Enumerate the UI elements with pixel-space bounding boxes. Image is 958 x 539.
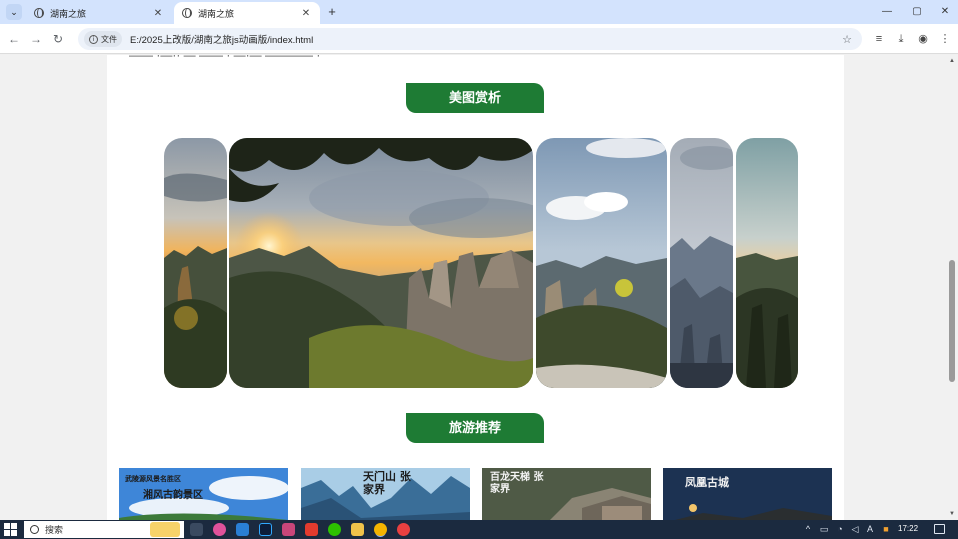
- minimize-button[interactable]: —: [872, 3, 902, 21]
- windows-start-icon[interactable]: [4, 523, 17, 536]
- app-icon-2[interactable]: [282, 523, 295, 536]
- recommend-card-2[interactable]: 天门山 张家界: [301, 468, 470, 520]
- scroll-down-arrow-icon[interactable]: ▼: [948, 510, 956, 518]
- recommend-card-1-title: 湘风古韵景区: [143, 490, 203, 501]
- url-text[interactable]: E:/2025上改版/湖南之旅js动画版/index.html: [130, 32, 840, 46]
- profile-icon[interactable]: ◉: [916, 32, 930, 46]
- recommend-card-4-title: 凤凰古城: [685, 476, 729, 489]
- gallery-image-1[interactable]: [164, 138, 227, 388]
- section-title-gallery: 美图赏析: [406, 83, 544, 113]
- site-info-chip[interactable]: i 文件: [84, 31, 122, 47]
- back-arrow-icon[interactable]: ←: [6, 31, 22, 47]
- browser-tab-2[interactable]: 湖南之旅 ✕: [174, 2, 320, 24]
- maximize-button[interactable]: ▢: [902, 3, 932, 21]
- scroll-up-arrow-icon[interactable]: ▲: [948, 57, 956, 65]
- page-viewport: —— ·—·· — —— · —·— ———— · 美图赏析 旅游推荐 武陵源风…: [0, 55, 958, 520]
- address-bar[interactable]: i 文件 E:/2025上改版/湖南之旅js动画版/index.html ☆: [78, 28, 862, 50]
- task-view-icon[interactable]: [190, 523, 203, 536]
- section-title-recommend: 旅游推荐: [406, 413, 544, 443]
- close-window-button[interactable]: ✕: [930, 3, 958, 21]
- file-explorer-icon[interactable]: [351, 523, 364, 536]
- screen-recorder-icon[interactable]: [397, 523, 410, 536]
- recommend-card-3-title: 百龙天梯 张家界: [490, 472, 544, 495]
- taskbar-search-placeholder: 搜索: [45, 525, 64, 535]
- wps-icon[interactable]: [305, 523, 318, 536]
- gallery-image-2-featured[interactable]: [229, 138, 533, 388]
- search-highlight-image: [150, 522, 180, 537]
- tray-wifi-icon[interactable]: ◔: [834, 523, 846, 535]
- scroll-thumb[interactable]: [949, 260, 955, 382]
- recommend-card-3[interactable]: 百龙天梯 张家界: [482, 468, 651, 520]
- cut-off-paragraph: —— ·—·· — —— · —·— ———— ·: [129, 55, 321, 62]
- tray-ime-indicator[interactable]: A: [864, 523, 876, 535]
- gallery-image-5[interactable]: [736, 138, 798, 388]
- page-scrollbar[interactable]: ▲ ▼: [946, 55, 958, 520]
- new-tab-button[interactable]: +: [324, 4, 340, 20]
- info-icon: i: [89, 34, 98, 44]
- tray-chevron-icon[interactable]: ^: [802, 523, 814, 535]
- tab-title: 湖南之旅: [50, 8, 87, 19]
- search-icon: [30, 525, 39, 534]
- media-controls-icon[interactable]: ≡: [872, 32, 886, 46]
- file-label: 文件: [101, 34, 117, 44]
- browser-tab-1[interactable]: 湖南之旅 ✕: [26, 2, 172, 24]
- tray-network-icon[interactable]: ▭: [818, 523, 830, 535]
- recommend-card-2-title: 天门山 张家界: [363, 470, 411, 496]
- globe-icon: [34, 8, 44, 18]
- recommend-card-1[interactable]: 武陵源风景名胜区 湘风古韵景区: [119, 468, 288, 520]
- wechat-icon[interactable]: [328, 523, 341, 536]
- reload-icon[interactable]: ↻: [50, 31, 66, 47]
- photoshop-icon[interactable]: [259, 523, 272, 536]
- recommend-card-4[interactable]: 凤凰古城: [663, 468, 832, 520]
- browser-tab-strip: ⌄ 湖南之旅 ✕ 湖南之旅 ✕ + — ▢ ✕: [0, 0, 958, 24]
- vscode-icon[interactable]: [236, 523, 249, 536]
- gallery-image-3[interactable]: [536, 138, 667, 388]
- app-icon-1[interactable]: [213, 523, 226, 536]
- gallery-image-4[interactable]: [670, 138, 733, 388]
- browser-toolbar: ← → ↻ i 文件 E:/2025上改版/湖南之旅js动画版/index.ht…: [0, 24, 958, 54]
- notification-center-icon[interactable]: [934, 524, 945, 534]
- image-gallery: [164, 138, 798, 388]
- tab-title: 湖南之旅: [198, 8, 235, 19]
- tab-search-icon[interactable]: ⌄: [6, 4, 22, 20]
- recommend-card-1-caption: 武陵源风景名胜区: [125, 474, 181, 483]
- globe-icon: [182, 8, 192, 18]
- tray-app-icon[interactable]: ■: [880, 523, 892, 535]
- taskbar-clock[interactable]: 17:22: [898, 524, 918, 533]
- close-icon[interactable]: ✕: [300, 8, 312, 19]
- menu-kebab-icon[interactable]: ⋮: [938, 32, 952, 46]
- windows-taskbar: 搜索 ^ ▭ ◔ ◁ A ■ 17:22: [0, 520, 958, 539]
- close-icon[interactable]: ✕: [152, 8, 164, 19]
- tray-volume-icon[interactable]: ◁: [849, 523, 861, 535]
- bookmark-star-icon[interactable]: ☆: [840, 33, 854, 46]
- chrome-icon[interactable]: [374, 523, 387, 536]
- forward-arrow-icon[interactable]: →: [28, 31, 44, 47]
- taskbar-search[interactable]: 搜索: [24, 521, 184, 538]
- page-content: —— ·—·· — —— · —·— ———— · 美图赏析 旅游推荐 武陵源风…: [107, 55, 844, 520]
- download-icon[interactable]: ⤓: [894, 32, 908, 46]
